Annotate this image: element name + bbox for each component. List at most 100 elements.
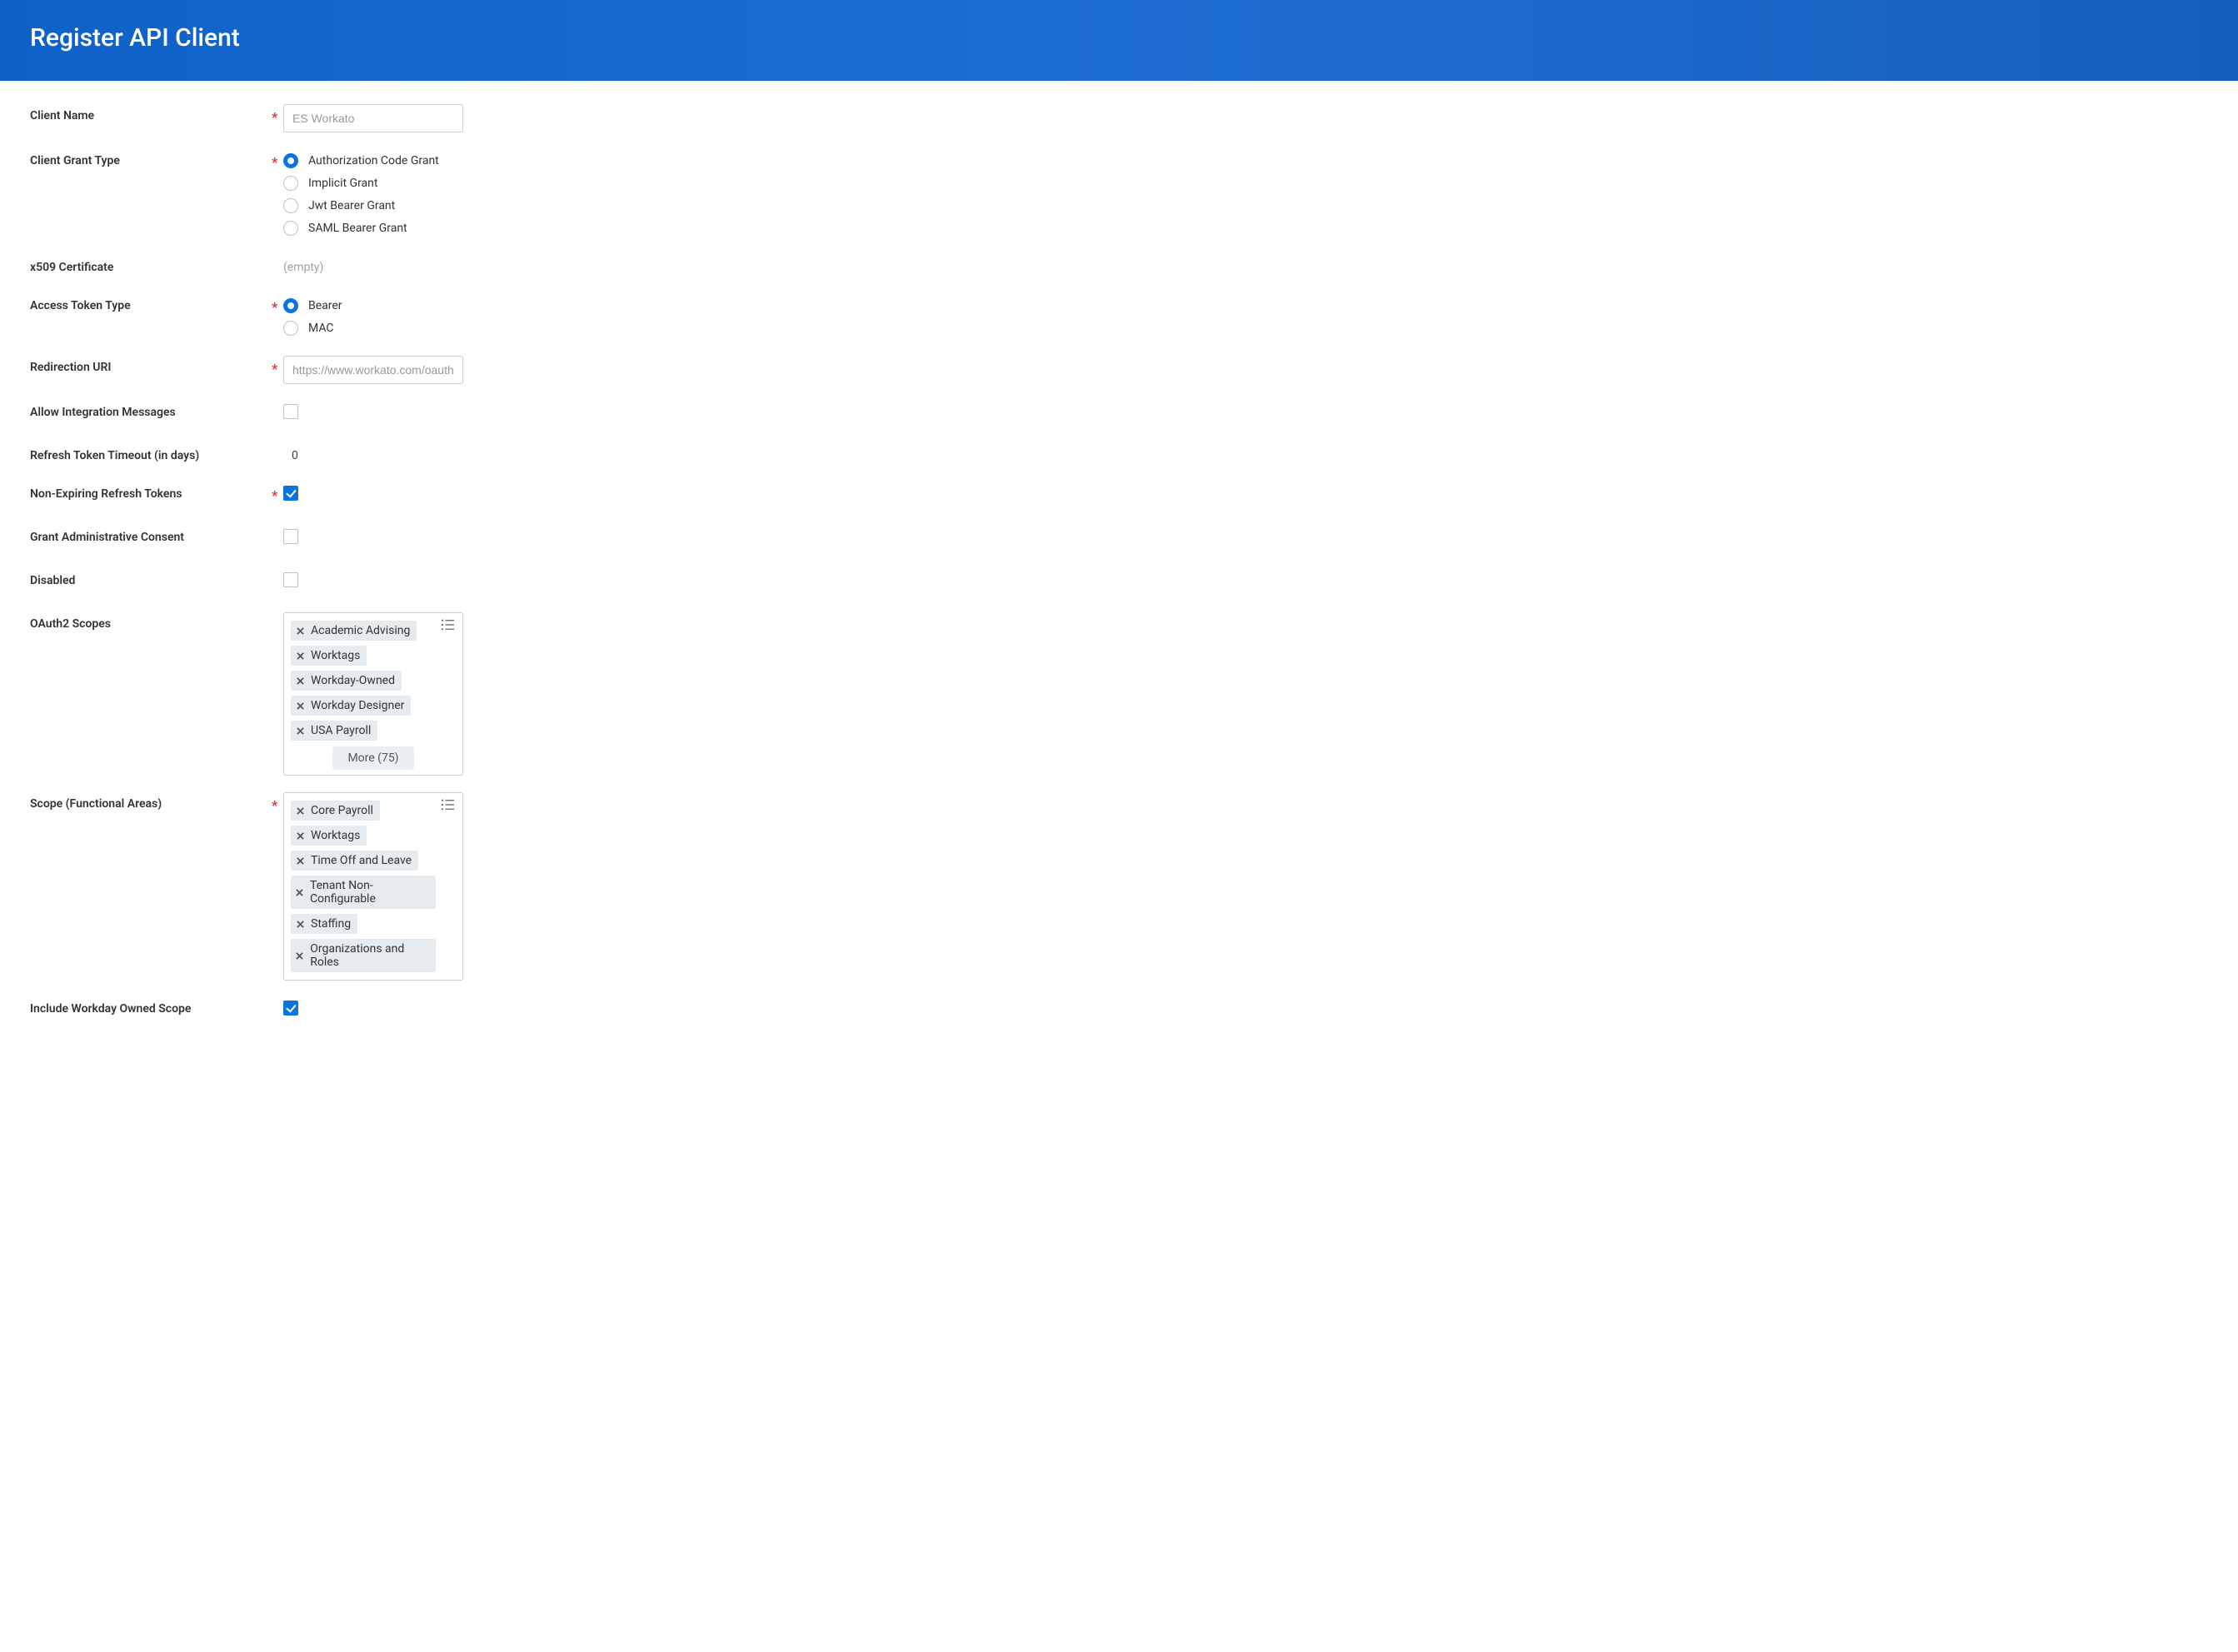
token-type-mac[interactable]: MAC <box>283 317 2208 339</box>
label-redirection-uri: Redirection URI <box>30 356 272 374</box>
grant-type-saml[interactable]: SAML Bearer Grant <box>283 217 2208 239</box>
chip-label: Organizations and Roles <box>310 942 429 969</box>
radio-auth-code[interactable] <box>283 153 298 168</box>
token-type-bearer[interactable]: Bearer <box>283 294 2208 317</box>
scope-chip: Tenant Non-Configurable <box>291 876 436 909</box>
radio-mac[interactable] <box>283 321 298 336</box>
radio-label: Bearer <box>308 299 342 312</box>
close-icon[interactable] <box>294 950 305 961</box>
scope-chip: Organizations and Roles <box>291 939 436 972</box>
row-access-token-type: Access Token Type * Bearer MAC <box>30 294 2208 339</box>
required-asterisk: * <box>272 154 277 170</box>
close-icon[interactable] <box>294 918 306 930</box>
close-icon[interactable] <box>294 625 306 636</box>
radio-label: MAC <box>308 322 334 335</box>
scope-chip: Core Payroll <box>291 801 380 821</box>
close-icon[interactable] <box>294 650 306 661</box>
grant-admin-checkbox[interactable] <box>283 529 298 544</box>
label-scope-functional: Scope (Functional Areas) <box>30 792 272 811</box>
label-disabled: Disabled <box>30 569 272 587</box>
grant-type-implicit[interactable]: Implicit Grant <box>283 172 2208 194</box>
scope-chip: Workday-Owned <box>291 671 402 691</box>
required-asterisk: * <box>272 361 277 377</box>
scope-chip: Worktags <box>291 646 367 666</box>
close-icon[interactable] <box>294 675 306 686</box>
label-client-grant-type: Client Grant Type <box>30 149 272 167</box>
label-oauth2-scopes: OAuth2 Scopes <box>30 612 272 631</box>
grant-type-jwt[interactable]: Jwt Bearer Grant <box>283 194 2208 217</box>
row-include-owned: Include Workday Owned Scope <box>30 997 2208 1024</box>
chip-label: Time Off and Leave <box>311 854 412 867</box>
row-oauth2-scopes: OAuth2 Scopes Academic Advising Worktags… <box>30 612 2208 776</box>
close-icon[interactable] <box>294 725 306 736</box>
disabled-checkbox[interactable] <box>283 572 298 587</box>
chip-label: Core Payroll <box>311 804 373 817</box>
radio-implicit[interactable] <box>283 176 298 191</box>
chip-label: Staffing <box>311 917 351 931</box>
page-header: Register API Client <box>0 0 2238 81</box>
radio-bearer[interactable] <box>283 298 298 313</box>
close-icon[interactable] <box>294 805 306 816</box>
close-icon[interactable] <box>294 830 306 841</box>
label-grant-admin: Grant Administrative Consent <box>30 526 272 544</box>
page-title: Register API Client <box>30 23 2208 52</box>
list-icon[interactable] <box>441 618 456 634</box>
radio-saml[interactable] <box>283 221 298 236</box>
more-button[interactable]: More (75) <box>332 746 413 770</box>
form-body: Client Name * Client Grant Type * Author… <box>0 81 2238 1059</box>
row-scope-functional: Scope (Functional Areas) * Core Payroll … <box>30 792 2208 981</box>
radio-label: Jwt Bearer Grant <box>308 199 395 212</box>
close-icon[interactable] <box>294 700 306 711</box>
grant-type-auth-code[interactable]: Authorization Code Grant <box>283 149 2208 172</box>
radio-label: Implicit Grant <box>308 177 377 190</box>
allow-integration-checkbox[interactable] <box>283 404 298 419</box>
chip-label: Academic Advising <box>311 624 410 637</box>
chip-label: Tenant Non-Configurable <box>310 879 429 906</box>
radio-label: SAML Bearer Grant <box>308 222 407 235</box>
row-grant-admin: Grant Administrative Consent <box>30 526 2208 552</box>
redirection-uri-input[interactable] <box>283 356 463 384</box>
refresh-timeout-value: 0 <box>283 444 2208 462</box>
row-allow-integration: Allow Integration Messages <box>30 401 2208 427</box>
required-asterisk: * <box>272 299 277 315</box>
scope-chip: USA Payroll <box>291 721 377 741</box>
label-allow-integration: Allow Integration Messages <box>30 401 272 419</box>
functional-scopes-multiselect[interactable]: Core Payroll Worktags Time Off and Leave… <box>283 792 463 981</box>
chip-label: Workday-Owned <box>311 674 395 687</box>
non-expiring-checkbox[interactable] <box>283 486 298 501</box>
chip-label: USA Payroll <box>311 724 371 737</box>
oauth2-scopes-multiselect[interactable]: Academic Advising Worktags Workday-Owned… <box>283 612 463 776</box>
required-asterisk: * <box>272 797 277 813</box>
x509-value: (empty) <box>283 256 2208 274</box>
required-asterisk: * <box>272 487 277 503</box>
scope-chip: Academic Advising <box>291 621 417 641</box>
chip-label: Workday Designer <box>311 699 404 712</box>
row-non-expiring: Non-Expiring Refresh Tokens * <box>30 482 2208 509</box>
label-client-name: Client Name <box>30 104 272 122</box>
include-owned-checkbox[interactable] <box>283 1001 298 1016</box>
row-x509: x509 Certificate (empty) <box>30 256 2208 282</box>
scope-chip: Staffing <box>291 914 357 934</box>
client-name-input[interactable] <box>283 104 463 132</box>
scope-chip: Time Off and Leave <box>291 851 418 871</box>
scope-chip: Workday Designer <box>291 696 411 716</box>
label-refresh-timeout: Refresh Token Timeout (in days) <box>30 444 272 462</box>
label-x509: x509 Certificate <box>30 256 272 274</box>
radio-jwt[interactable] <box>283 198 298 213</box>
close-icon[interactable] <box>294 886 305 898</box>
list-icon[interactable] <box>441 798 456 814</box>
radio-label: Authorization Code Grant <box>308 154 439 167</box>
close-icon[interactable] <box>294 855 306 866</box>
row-disabled: Disabled <box>30 569 2208 596</box>
row-client-name: Client Name * <box>30 104 2208 132</box>
chip-label: Worktags <box>311 829 360 842</box>
label-include-owned: Include Workday Owned Scope <box>30 997 272 1016</box>
scope-chip: Worktags <box>291 826 367 846</box>
row-refresh-timeout: Refresh Token Timeout (in days) 0 <box>30 444 2208 471</box>
row-client-grant-type: Client Grant Type * Authorization Code G… <box>30 149 2208 239</box>
row-redirection-uri: Redirection URI * <box>30 356 2208 384</box>
chip-label: Worktags <box>311 649 360 662</box>
label-non-expiring: Non-Expiring Refresh Tokens <box>30 482 272 501</box>
label-access-token-type: Access Token Type <box>30 294 272 312</box>
required-asterisk: * <box>272 109 277 125</box>
